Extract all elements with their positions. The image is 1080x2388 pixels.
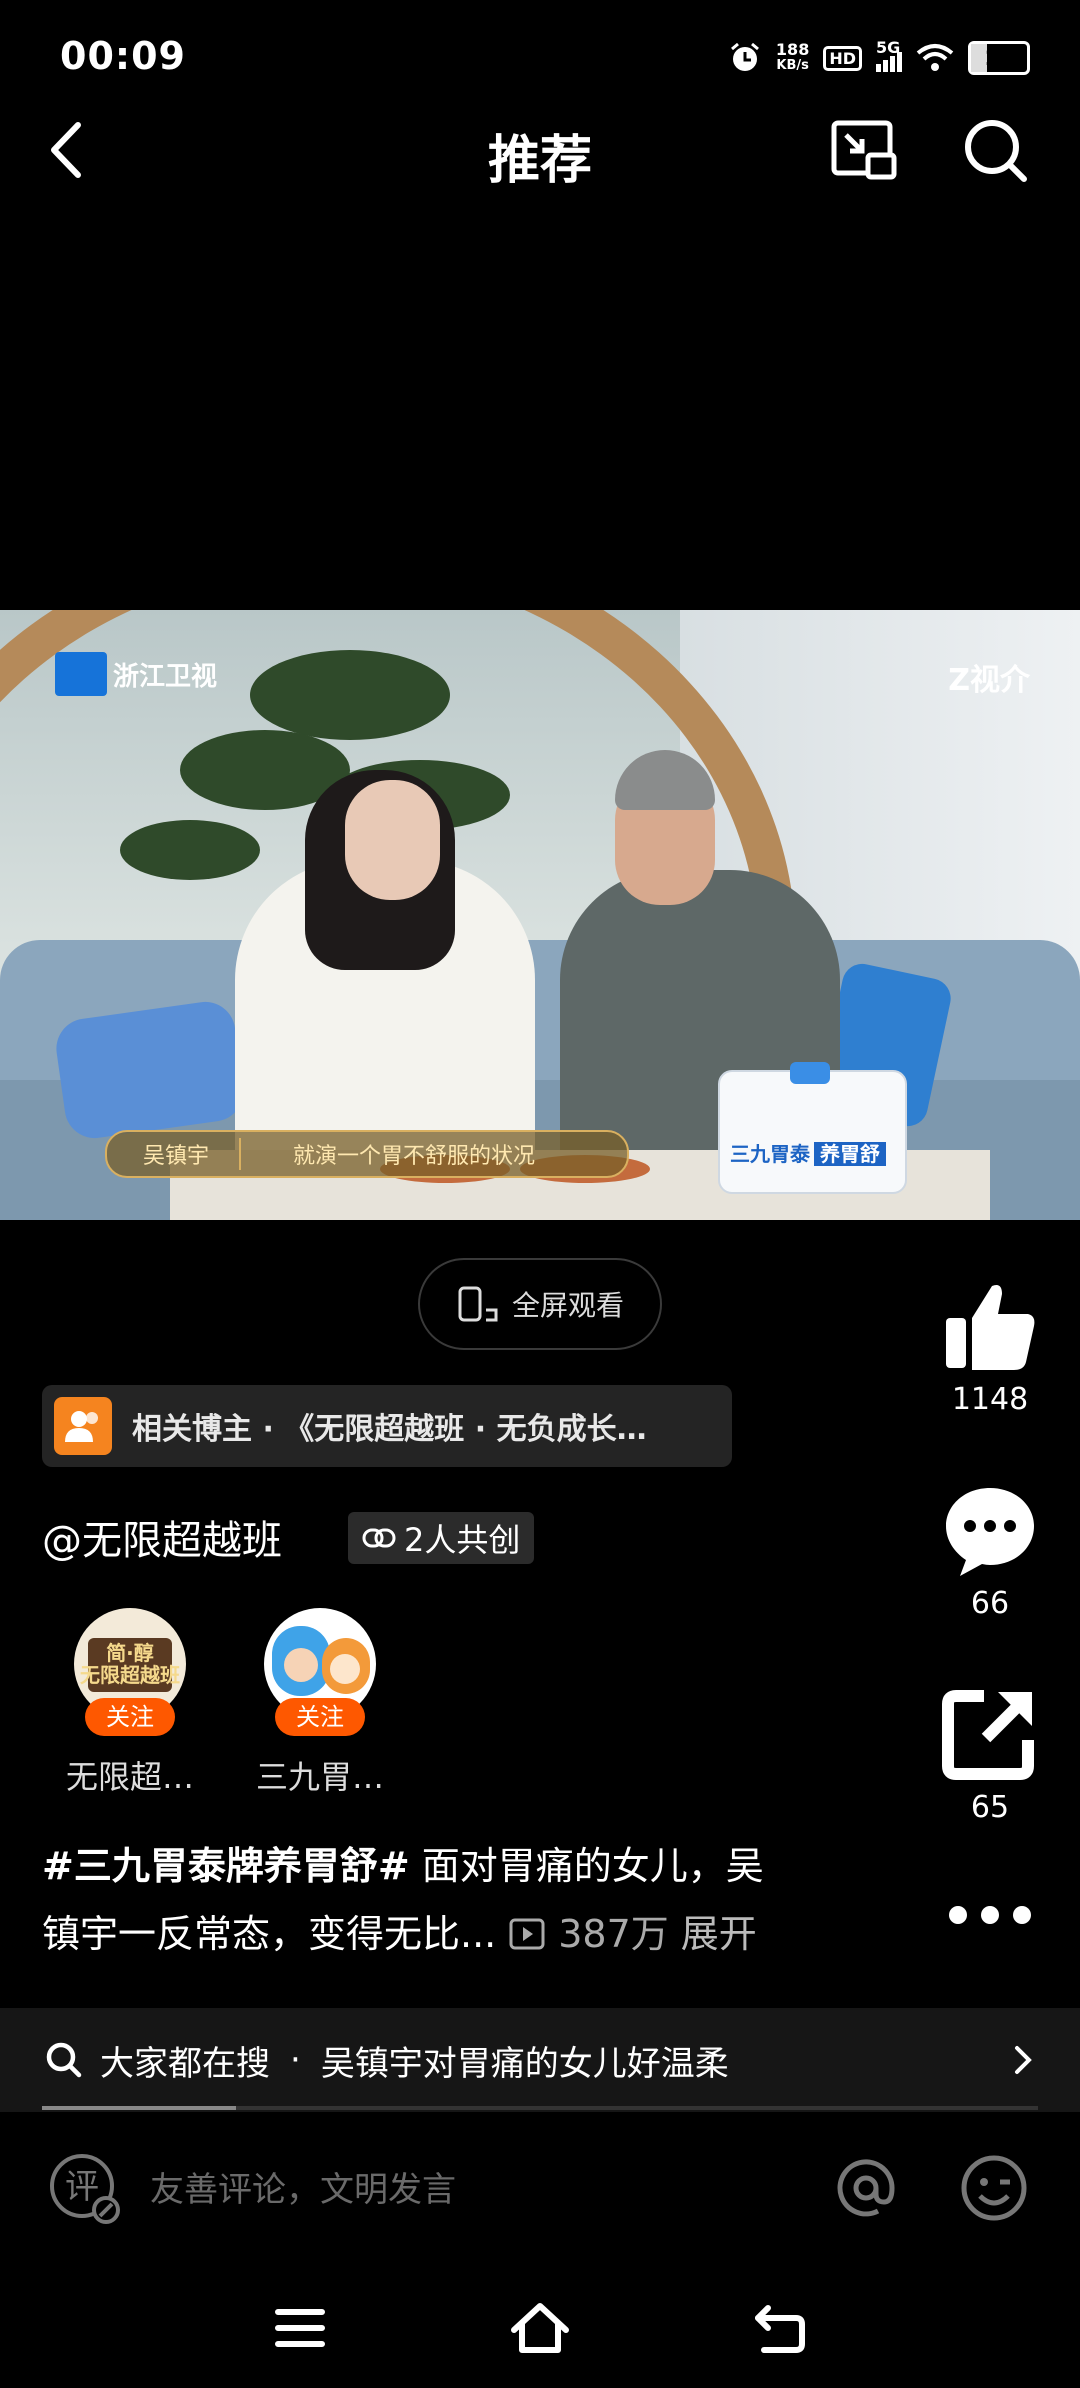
fullscreen-label: 全屏观看 <box>511 1289 624 1322</box>
network-speed: 188 KB/s <box>775 40 810 74</box>
share-button[interactable]: 65 <box>930 1686 1050 1825</box>
emoji-icon <box>961 2155 1027 2221</box>
watermark-logo: Z视介 <box>948 663 1030 698</box>
related-blogger-bar[interactable]: 相关博主 · 《无限超越班 · 无负成长… <box>42 1385 732 1467</box>
mention-button[interactable] <box>830 2152 902 2224</box>
page-title: 推荐 <box>487 131 592 191</box>
play-count-icon <box>509 1918 545 1950</box>
thumbs-up-icon <box>946 1285 1035 1370</box>
menu-nav-button[interactable] <box>270 2298 330 2358</box>
status-bar: 00:09 188 KB/s HD 5G 21 <box>0 0 1080 120</box>
home-nav-button[interactable] <box>508 2298 572 2358</box>
description-line1: 面对胃痛的女儿，吴 <box>409 1844 764 1888</box>
back-nav-button[interactable] <box>750 2298 810 2358</box>
author-name[interactable]: @无限超越班 <box>42 1508 282 1566</box>
product-box: 三九胃泰 养胃舒 <box>718 1062 907 1194</box>
follow-button[interactable]: 关注 <box>85 1698 175 1736</box>
wifi-icon <box>916 44 954 71</box>
more-icon <box>949 1906 1031 1924</box>
description-line2: 镇宇一反常态，变得无比... <box>42 1912 497 1956</box>
at-icon <box>837 2159 895 2217</box>
creator-name: 无限超… <box>65 1758 194 1796</box>
menu-icon <box>275 2309 325 2347</box>
link-icon <box>362 1528 396 1548</box>
video-description[interactable]: #三九胃泰牌养胃舒# 面对胃痛的女儿，吴 镇宇一反常态，变得无比... 387万… <box>42 1832 842 1968</box>
search-suggestion-bar[interactable]: 大家都在搜 · 吴镇宇对胃痛的女儿好温柔 <box>0 2008 1080 2112</box>
user-group-icon <box>54 1397 112 1455</box>
follow-button[interactable]: 关注 <box>275 1698 365 1736</box>
creator-name: 三九胃… <box>255 1758 384 1796</box>
svg-text:评: 评 <box>65 2167 99 2207</box>
status-time: 00:09 <box>60 34 186 78</box>
video-progress-fill <box>42 2106 236 2110</box>
share-icon <box>942 1690 1034 1780</box>
comment-icon <box>946 1488 1034 1576</box>
video-subtitle: 吴镇宇 就演一个胃不舒服的状况 <box>105 1130 629 1178</box>
alarm-icon <box>730 42 759 71</box>
creator-item[interactable]: 关注 三九胃… <box>230 1608 410 1798</box>
battery-icon: 21 <box>968 41 1030 75</box>
search-button[interactable] <box>960 115 1032 187</box>
hd-icon: HD <box>823 45 862 71</box>
comment-button[interactable]: 66 <box>930 1482 1050 1621</box>
comment-input[interactable]: 友善评论，文明发言 <box>150 2162 456 2211</box>
search-suggest-query: 吴镇宇对胃痛的女儿好温柔 <box>320 2043 729 2084</box>
status-icons: 188 KB/s HD 5G 21 <box>728 36 1030 80</box>
expand-button[interactable]: 展开 <box>681 1900 757 1968</box>
related-blogger-text: 相关博主 · 《无限超越班 · 无负成长… <box>132 1412 647 1447</box>
back-arrow-icon <box>755 2305 805 2353</box>
search-suggest-prefix: 大家都在搜 <box>100 2043 270 2084</box>
emoji-button[interactable] <box>958 2152 1030 2224</box>
channel-logo: 浙江卫视 <box>55 652 217 696</box>
share-count: 65 <box>970 1790 1010 1825</box>
view-count: 387万 <box>558 1912 669 1956</box>
comment-count: 66 <box>970 1586 1010 1621</box>
search-icon <box>46 2042 82 2078</box>
chevron-right-icon <box>1015 2046 1032 2074</box>
signal-icon: 5G <box>876 38 902 72</box>
picture-in-picture-icon <box>831 120 897 180</box>
cocreate-badge[interactable]: 2人共创 <box>348 1512 535 1564</box>
pip-button[interactable] <box>828 115 900 187</box>
search-icon <box>965 120 1027 182</box>
fullscreen-button[interactable]: 全屏观看 <box>418 1258 662 1350</box>
like-button[interactable]: 1148 <box>930 1278 1050 1417</box>
video-player[interactable]: 三九胃泰 养胃舒 浙江卫视 Z视介 吴镇宇 就演一个胃不舒服的状况 <box>0 610 1080 1220</box>
more-button[interactable] <box>930 1900 1050 1934</box>
search-suggest-dot: · <box>290 2040 301 2080</box>
system-nav-bar <box>0 2262 1080 2388</box>
cocreate-label: 2人共创 <box>404 1521 521 1559</box>
hashtag-link[interactable]: #三九胃泰牌养胃舒# <box>42 1844 410 1888</box>
comment-compose-icon[interactable]: 评 <box>48 2152 120 2224</box>
like-count: 1148 <box>951 1382 1029 1417</box>
rotate-phone-icon <box>458 1286 498 1322</box>
home-icon <box>511 2303 569 2353</box>
creator-item[interactable]: 简·醇 无限超越班 关注 无限超… <box>40 1608 220 1798</box>
